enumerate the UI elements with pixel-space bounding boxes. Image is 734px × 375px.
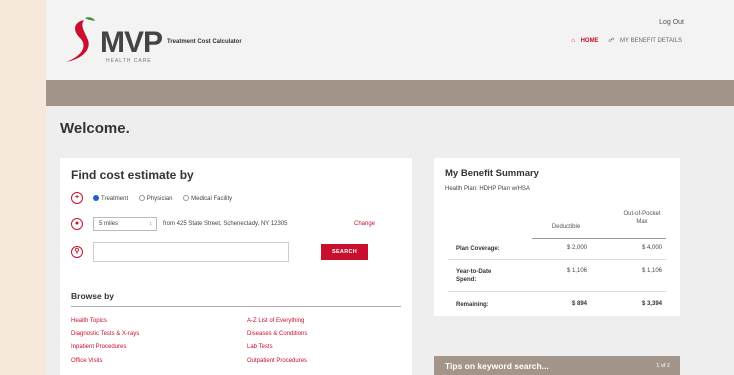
plan-coverage-oop: $ 4,000 bbox=[641, 245, 662, 251]
option-medical-facility[interactable]: Medical Facility bbox=[183, 195, 233, 202]
logout-link[interactable]: Log Out bbox=[659, 19, 684, 26]
tips-title: Tips on keyword search... bbox=[445, 361, 549, 371]
option-treatment[interactable]: Treatment bbox=[93, 195, 129, 202]
row-divider bbox=[448, 291, 666, 292]
browse-divider bbox=[71, 306, 401, 307]
search-icon: ⚲ bbox=[71, 246, 83, 258]
welcome-heading: Welcome. bbox=[60, 120, 130, 137]
ytd-spend-oop: $ 1,106 bbox=[641, 268, 662, 274]
nav-home-label: HOME bbox=[580, 38, 599, 44]
col-header-oop-line2: Max bbox=[636, 219, 648, 225]
mvp-logo[interactable]: MVP HEALTH CARE bbox=[60, 16, 170, 66]
ytd-spend-deductible: $ 1,106 bbox=[566, 268, 587, 274]
row-label-remaining: Remaining: bbox=[456, 301, 489, 309]
col-header-deductible: Deductible bbox=[551, 224, 581, 230]
browse-title: Browse by bbox=[71, 291, 114, 301]
health-plan-label: Health Plan: HDHP Plan w/HSA bbox=[445, 186, 530, 192]
tips-bar[interactable]: Tips on keyword search... 1 of 2 bbox=[434, 356, 680, 375]
browse-outpatient-procedures[interactable]: Outpatient Procedures bbox=[247, 358, 307, 364]
option-facility-label: Medical Facility bbox=[191, 195, 233, 202]
distance-select[interactable]: 5 miles ↕ bbox=[93, 217, 157, 231]
benefit-summary-panel: My Benefit Summary Health Plan: HDHP Pla… bbox=[434, 158, 680, 316]
search-button[interactable]: SEARCH bbox=[321, 244, 368, 260]
col-header-oop-line1: Out-of-Pocket bbox=[623, 211, 661, 217]
browse-lab-tests[interactable]: Lab Tests bbox=[247, 344, 273, 350]
row-label-ytd-spend: Year-to-Date Spend: bbox=[456, 268, 491, 284]
browse-office-visits[interactable]: Office Visits bbox=[71, 358, 102, 364]
browse-diseases-conditions[interactable]: Diseases & Conditions bbox=[247, 331, 307, 337]
browse-health-topics[interactable]: Health Topics bbox=[71, 318, 107, 324]
tips-page-indicator: 1 of 2 bbox=[656, 363, 670, 369]
nav-home[interactable]: ⌂ HOME bbox=[567, 38, 598, 44]
plus-icon: + bbox=[71, 192, 83, 204]
radio-physician[interactable] bbox=[138, 195, 145, 201]
top-nav: ⌂ HOME ☍ MY BENEFIT DETAILS bbox=[563, 37, 682, 44]
remaining-deductible: $ 894 bbox=[571, 301, 587, 307]
row-label-line: Remaining: bbox=[456, 302, 489, 308]
header-divider bbox=[532, 238, 666, 239]
radio-treatment[interactable] bbox=[93, 195, 99, 201]
find-title: Find cost estimate by bbox=[71, 168, 194, 182]
change-address-link[interactable]: Change bbox=[354, 221, 375, 227]
select-caret-icon: ↕ bbox=[149, 221, 153, 227]
row-label-line: Spend: bbox=[456, 277, 477, 283]
from-address: from 425 State Street, Schenectady, NY 1… bbox=[163, 221, 288, 227]
browse-a-z-list[interactable]: A-Z List of Everything bbox=[247, 318, 304, 324]
distance-value: 5 miles bbox=[99, 221, 119, 227]
nav-benefit-details[interactable]: ☍ MY BENEFIT DETAILS bbox=[604, 38, 682, 44]
header-band bbox=[46, 80, 734, 106]
logo-subtitle: HEALTH CARE bbox=[106, 58, 152, 64]
logo-text: MVP bbox=[100, 26, 163, 59]
logo-swoosh-icon bbox=[66, 17, 95, 62]
option-treatment-label: Treatment bbox=[101, 195, 129, 202]
radio-medical-facility[interactable] bbox=[183, 195, 190, 201]
col-header-oop: Out-of-Pocket Max bbox=[614, 210, 670, 226]
row-label-plan-coverage: Plan Coverage: bbox=[456, 245, 500, 253]
browse-inpatient-procedures[interactable]: Inpatient Procedures bbox=[71, 344, 126, 350]
location-pin-icon: ● bbox=[71, 218, 83, 230]
plan-coverage-deductible: $ 2,000 bbox=[566, 245, 587, 251]
house-icon: ⌂ bbox=[571, 38, 575, 44]
search-input[interactable] bbox=[93, 242, 289, 262]
row-label-line: Plan Coverage: bbox=[456, 246, 500, 252]
option-physician-label: Physician bbox=[146, 195, 173, 202]
benefit-title: My Benefit Summary bbox=[445, 168, 539, 179]
app-title: Treatment Cost Calculator bbox=[167, 39, 242, 45]
header: MVP HEALTH CARE Treatment Cost Calculato… bbox=[46, 0, 734, 80]
row-divider bbox=[448, 259, 666, 260]
browse-diagnostic-tests[interactable]: Diagnostic Tests & X-rays bbox=[71, 331, 139, 337]
option-physician[interactable]: Physician bbox=[138, 195, 173, 202]
row-label-line: Year-to-Date bbox=[456, 269, 492, 275]
search-type-options: Treatment Physician Medical Facility bbox=[93, 195, 241, 202]
page: MVP HEALTH CARE Treatment Cost Calculato… bbox=[46, 0, 734, 375]
link-icon: ☍ bbox=[608, 38, 615, 44]
find-cost-panel: Find cost estimate by + Treatment Physic… bbox=[60, 158, 412, 375]
nav-benefit-label: MY BENEFIT DETAILS bbox=[619, 38, 682, 44]
remaining-oop: $ 3,394 bbox=[641, 301, 662, 307]
